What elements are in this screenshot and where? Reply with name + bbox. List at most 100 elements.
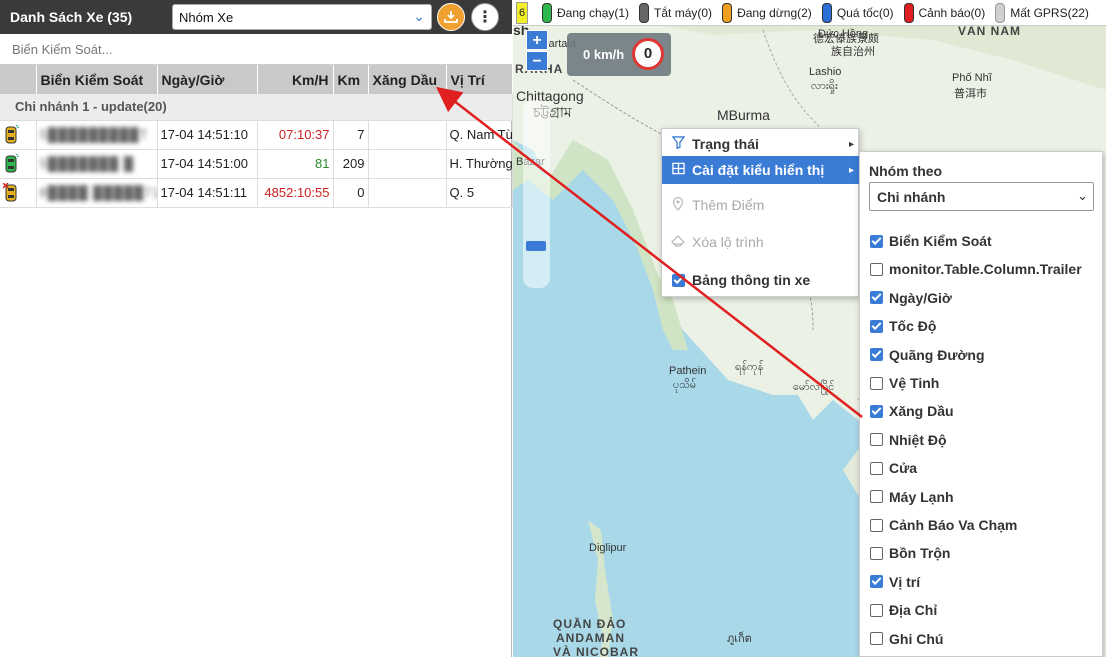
cell-speed: 81 <box>257 149 334 179</box>
column-option[interactable]: Bồn Trộn <box>870 542 950 564</box>
vehicle-group-select-value: Nhóm Xe <box>179 10 234 25</box>
vehicle-list-header: Danh Sách Xe (35) Nhóm Xe ⌄ ⋮ <box>0 0 512 34</box>
zoom-out-button[interactable]: − <box>526 51 548 71</box>
column-option[interactable]: Ngày/Giờ <box>870 287 952 309</box>
cell-datetime: 17-04 14:51:10 <box>157 120 258 150</box>
download-button[interactable] <box>437 3 465 31</box>
car-stopped-icon <box>5 124 19 143</box>
map-label-phuket-th: ภูเก็ต <box>727 633 752 645</box>
checkbox-unchecked-icon[interactable] <box>870 490 883 504</box>
column-option-label: Xăng Dầu <box>889 403 954 420</box>
column-header-location[interactable]: Vị Trí <box>446 65 513 94</box>
column-header-icon <box>0 65 37 94</box>
status-filter-overspeed[interactable]: Quá tốc(0) <box>821 2 894 23</box>
cell-fuel <box>368 178 447 208</box>
menu-item-label: Xóa lộ trình <box>692 234 764 250</box>
grid-icon <box>670 162 686 178</box>
vehicle-status-icon-cell <box>0 120 37 150</box>
column-header-speed[interactable]: Km/H <box>257 65 334 94</box>
menu-item-clear-route[interactable]: Xóa lộ trình <box>662 228 860 256</box>
car-off-icon <box>639 2 650 23</box>
checkbox-unchecked-icon[interactable] <box>870 433 883 447</box>
map-label-andaman3: VÀ NICOBAR <box>553 645 640 657</box>
map-label-mawlamyine-my: မော်လမြိုင် <box>793 381 835 393</box>
cell-plate: 5███████ █ <box>36 149 158 179</box>
map-label-lashio-my: လားရှိုး <box>811 80 838 92</box>
checkbox-unchecked-icon[interactable] <box>870 518 883 532</box>
column-option[interactable]: Cửa <box>870 457 917 479</box>
group-by-select[interactable]: Chi nhánh ⌄ <box>869 182 1094 211</box>
chevron-down-icon: ⌄ <box>413 8 425 24</box>
checkbox-checked-icon[interactable] <box>870 348 883 362</box>
column-option[interactable]: Biển Kiểm Soát <box>870 230 992 252</box>
checkbox-checked-icon[interactable] <box>870 319 883 333</box>
plate-search-input[interactable] <box>0 34 512 65</box>
column-option-label: Tốc Độ <box>889 318 937 335</box>
checkbox-unchecked-icon[interactable] <box>870 376 883 390</box>
column-option[interactable]: Vệ Tinh <box>870 372 939 394</box>
column-header-plate[interactable]: Biển Kiểm Soát <box>36 65 158 94</box>
menu-item-add-point[interactable]: Thêm Điểm <box>662 191 860 219</box>
column-header-fuel[interactable]: Xăng Dầu <box>368 65 447 94</box>
status-filter-running[interactable]: Đang chạy(1) <box>542 2 629 23</box>
column-option[interactable]: monitor.Table.Column.Trailer <box>870 258 1082 280</box>
group-by-select-value: Chi nhánh <box>877 189 946 205</box>
checkbox-unchecked-icon[interactable] <box>870 262 883 276</box>
checkbox-unchecked-icon[interactable] <box>870 461 883 475</box>
table-row[interactable]: 5█████████T 17-04 14:51:10 07:10:37 7 Q.… <box>0 120 513 150</box>
map-label-vannan: VÂN NAM <box>958 24 1021 38</box>
column-option-label: Ghi Chú <box>889 630 944 647</box>
status-filter-engine-off[interactable]: Tắt máy(0) <box>639 2 712 23</box>
column-header-datetime[interactable]: Ngày/Giờ <box>157 65 258 94</box>
status-filter-stopped[interactable]: Đang dừng(2) <box>722 2 812 23</box>
checkbox-checked-icon[interactable] <box>870 234 883 248</box>
table-row[interactable]: 8████ █████71 17-04 14:51:11 4852:10:55 … <box>0 178 513 208</box>
zoom-slider-track[interactable] <box>523 100 550 288</box>
column-option[interactable]: Nhiệt Độ <box>870 429 947 451</box>
cell-location: Q. Nam Từ <box>446 120 513 150</box>
checkbox-unchecked-icon[interactable] <box>870 546 883 560</box>
speed-indicator: 0 km/h 0 <box>567 33 671 76</box>
speed-limit-sign: 0 <box>632 38 664 70</box>
cell-plate: 5█████████T <box>36 120 158 150</box>
column-option[interactable]: Địa Chỉ <box>870 599 937 621</box>
checkbox-checked-icon[interactable] <box>870 575 883 589</box>
menu-item-display-settings[interactable]: Cài đặt kiểu hiển thị ▸ <box>662 156 860 184</box>
more-options-button[interactable]: ⋮ <box>471 3 499 31</box>
car-no-signal-icon <box>3 182 17 201</box>
column-option[interactable]: Tốc Độ <box>870 315 936 337</box>
column-option-label: Ngày/Giờ <box>889 289 952 306</box>
map-context-menu: Trạng thái ▸ Cài đặt kiểu hiển thị ▸ Thê… <box>661 128 860 297</box>
checkbox-checked-icon <box>670 272 686 288</box>
download-icon <box>444 11 458 23</box>
column-option[interactable]: Quãng Đường <box>870 344 985 366</box>
column-header-km[interactable]: Km <box>333 65 369 94</box>
status-filter-no-gprs[interactable]: Mất GPRS(22) <box>995 2 1089 23</box>
cell-km: 7 <box>333 120 369 150</box>
map-label-burma: MBurma <box>717 107 770 123</box>
panel-title: Danh Sách Xe (35) <box>10 9 133 25</box>
table-row[interactable]: 5███████ █ 17-04 14:51:00 81 209 H. Thườ… <box>0 149 513 179</box>
zoom-slider-handle[interactable] <box>526 241 546 251</box>
map-label-andaman1: QUẦN ĐẢO <box>553 617 627 631</box>
checkbox-checked-icon[interactable] <box>870 291 883 305</box>
menu-item-status[interactable]: Trạng thái ▸ <box>662 130 860 158</box>
column-option[interactable]: Máy Lạnh <box>870 486 954 508</box>
column-option[interactable]: Cảnh Báo Va Chạm <box>870 514 1017 536</box>
checkbox-unchecked-icon[interactable] <box>870 603 883 617</box>
vehicle-group-select[interactable]: Nhóm Xe ⌄ <box>172 4 432 30</box>
column-option[interactable]: Vị trí <box>870 571 920 593</box>
map-label-phonhi: Phố Nhĩ <box>952 72 992 84</box>
table-group-row[interactable]: Chi nhánh 1 - update(20) <box>0 94 513 121</box>
checkbox-checked-icon[interactable] <box>870 404 883 418</box>
checkbox-unchecked-icon[interactable] <box>870 632 883 646</box>
vehicle-status-icon-cell <box>0 178 37 208</box>
zoom-in-button[interactable]: + <box>526 30 548 50</box>
status-filter-warning[interactable]: Cảnh báo(0) <box>903 2 985 23</box>
cell-location: Q. 5 <box>446 178 513 208</box>
chevron-right-icon: ▸ <box>848 164 854 176</box>
chevron-right-icon: ▸ <box>848 138 854 150</box>
column-option[interactable]: Xăng Dầu <box>870 400 954 422</box>
column-option[interactable]: Ghi Chú <box>870 628 943 650</box>
menu-item-vehicle-info-table[interactable]: Bảng thông tin xe <box>662 266 860 294</box>
